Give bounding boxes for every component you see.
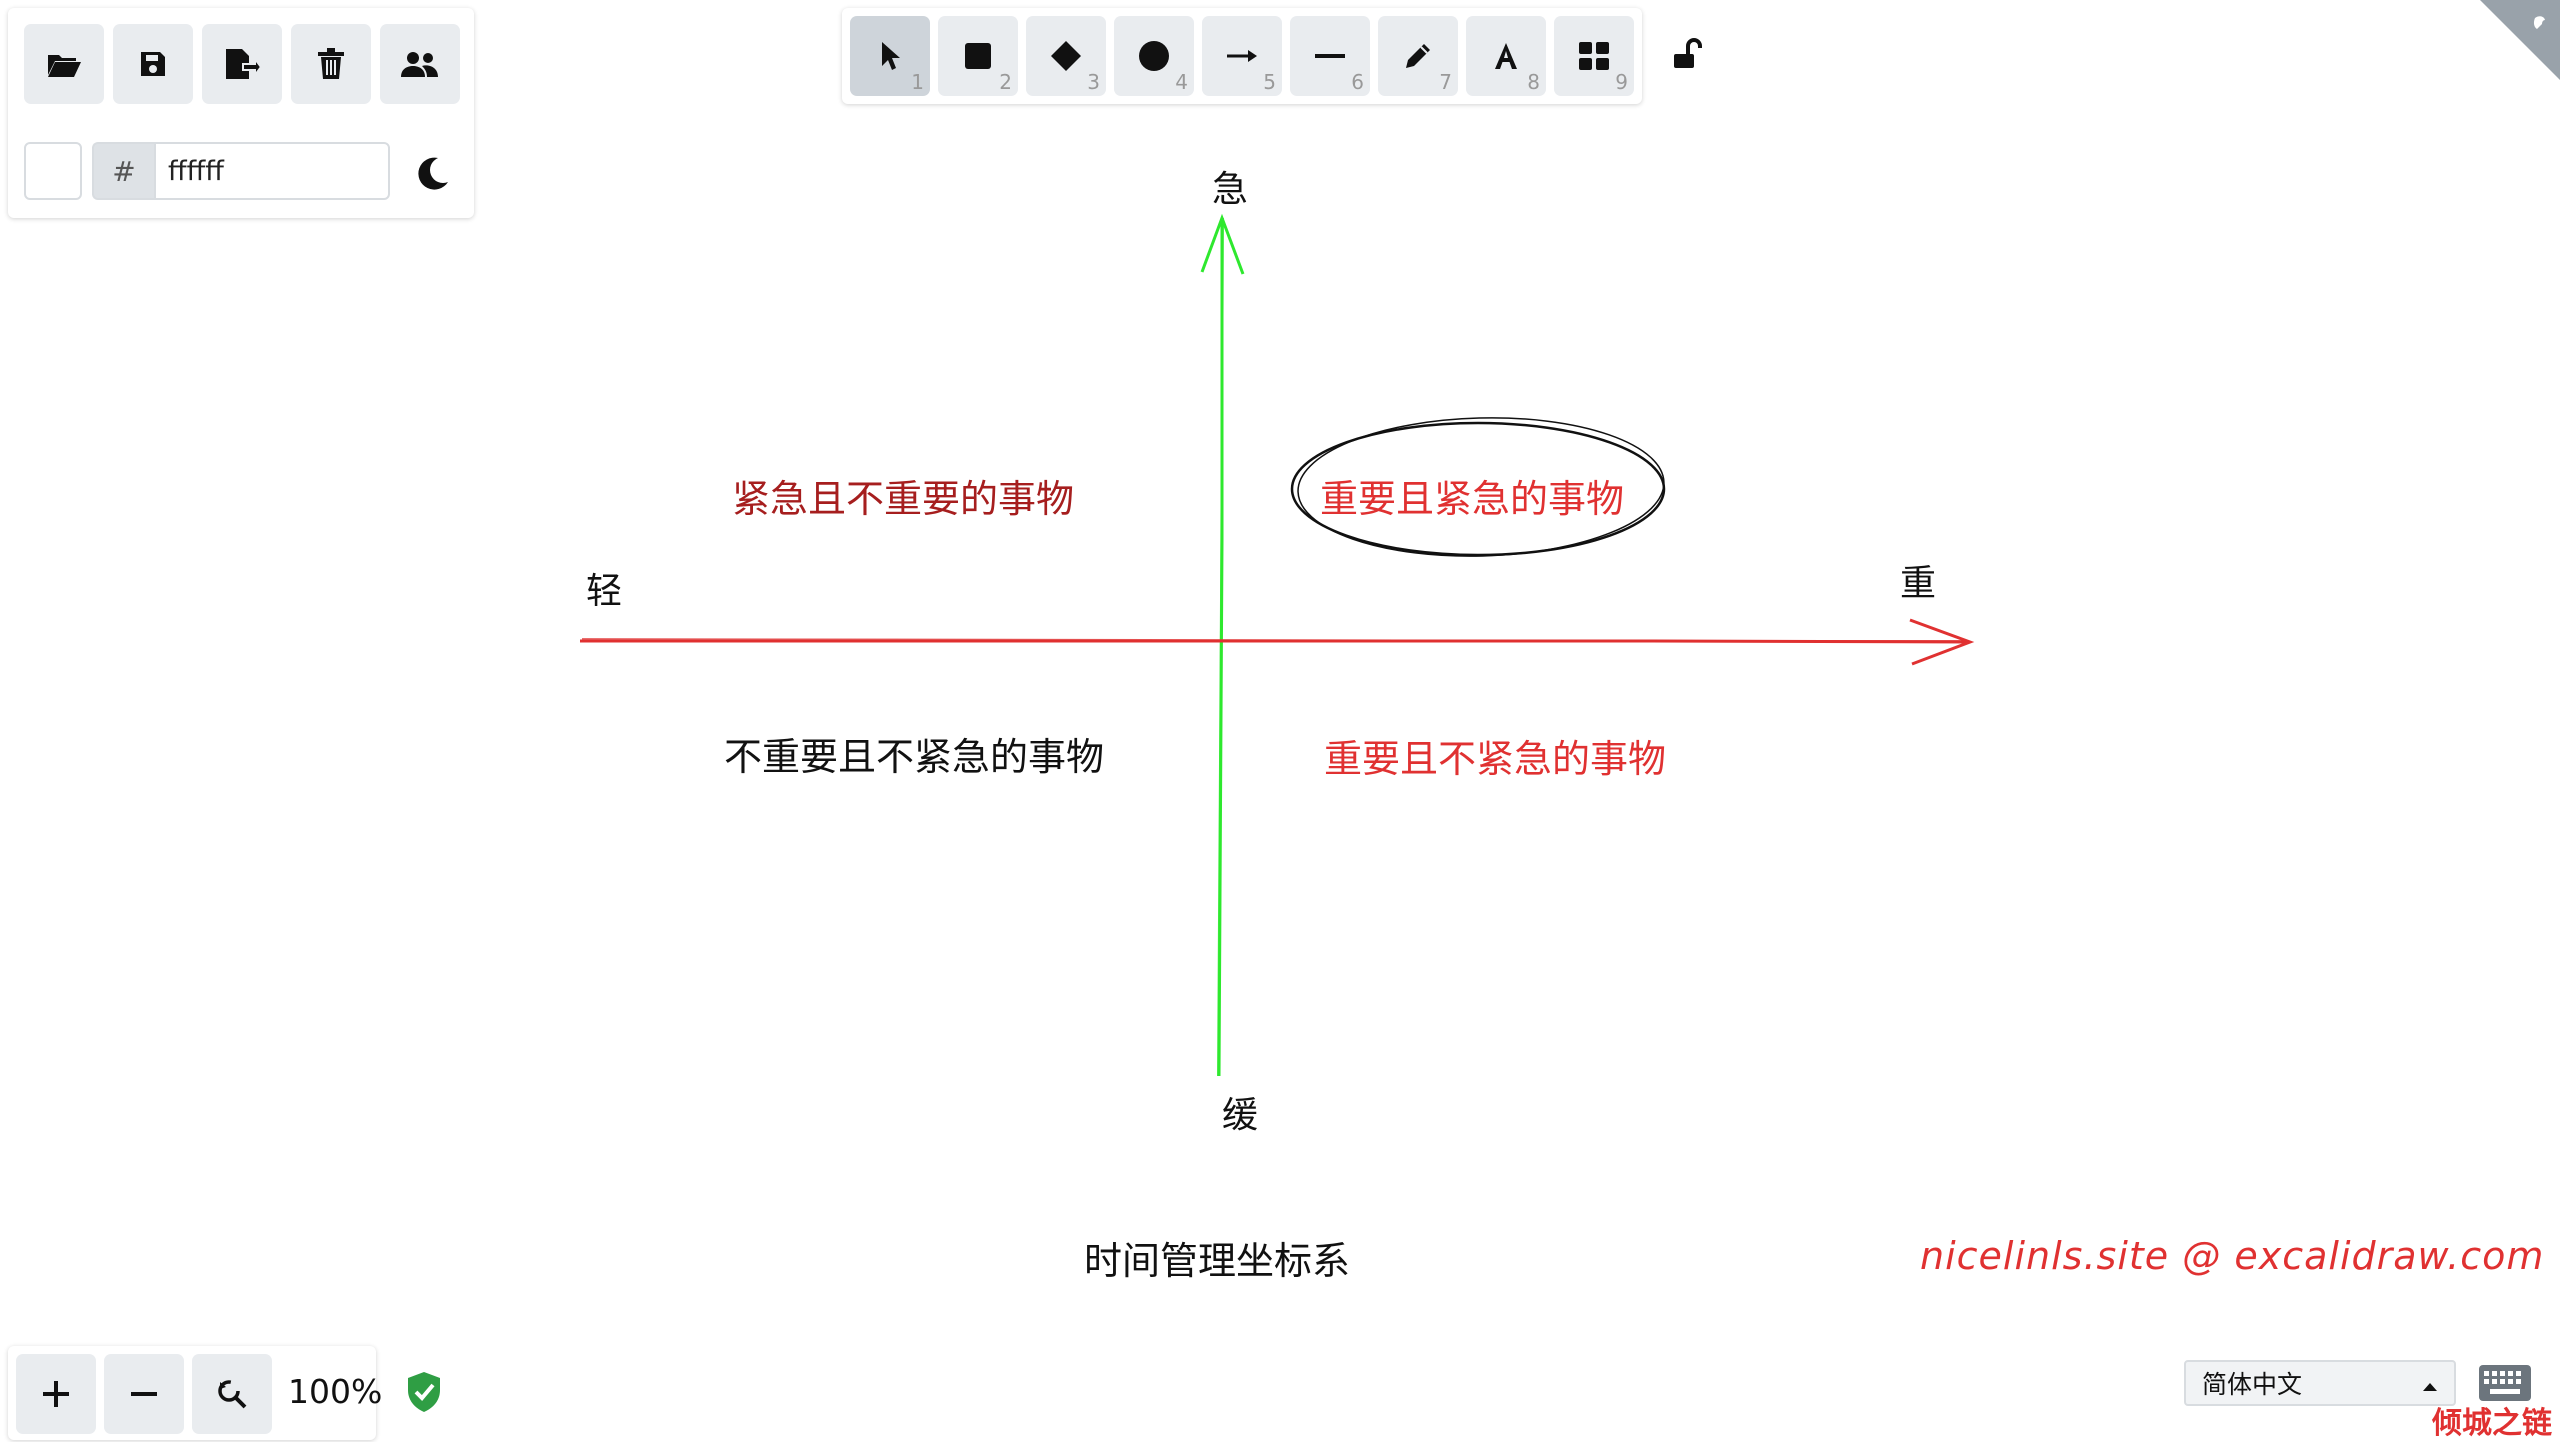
- language-select[interactable]: 简体中文: [2184, 1360, 2456, 1406]
- keyboard-shortcuts-button[interactable]: [2478, 1364, 2532, 1402]
- reset-zoom-button[interactable]: [192, 1354, 272, 1434]
- zoom-in-button[interactable]: [16, 1354, 96, 1434]
- encryption-shield-icon[interactable]: [404, 1370, 444, 1414]
- quadrant-important-not-urgent[interactable]: 重要且不紧急的事物: [1324, 728, 1666, 783]
- minus-icon: [129, 1379, 159, 1409]
- drawing-canvas[interactable]: [0, 0, 2560, 1440]
- axis-label-urgent[interactable]: 急: [1212, 160, 1248, 212]
- caret-up-icon: [2422, 1369, 2438, 1398]
- zoom-reset-icon: [216, 1378, 248, 1410]
- diagram-caption[interactable]: 时间管理坐标系: [1084, 1230, 1350, 1285]
- axis-label-slow[interactable]: 缓: [1222, 1086, 1258, 1138]
- quadrant-not-important-not-urgent[interactable]: 不重要且不紧急的事物: [724, 726, 1104, 781]
- quadrant-important-urgent[interactable]: 重要且紧急的事物: [1320, 468, 1624, 523]
- zoom-level: 100%: [288, 1372, 383, 1411]
- vertical-axis-arrow[interactable]: [1200, 213, 1245, 1077]
- axis-label-heavy[interactable]: 重: [1900, 554, 1936, 606]
- zoom-out-button[interactable]: [104, 1354, 184, 1434]
- language-selected-value: 简体中文: [2202, 1370, 2303, 1399]
- signature-text[interactable]: nicelinls.site @ excalidraw.com: [1920, 1234, 2544, 1278]
- horizontal-axis-arrow[interactable]: [580, 618, 1975, 666]
- watermark-text: 倾城之链: [2432, 1406, 2552, 1441]
- plus-icon: [41, 1379, 71, 1409]
- quadrant-urgent-not-important[interactable]: 紧急且不重要的事物: [732, 468, 1074, 523]
- axis-label-light[interactable]: 轻: [586, 562, 622, 614]
